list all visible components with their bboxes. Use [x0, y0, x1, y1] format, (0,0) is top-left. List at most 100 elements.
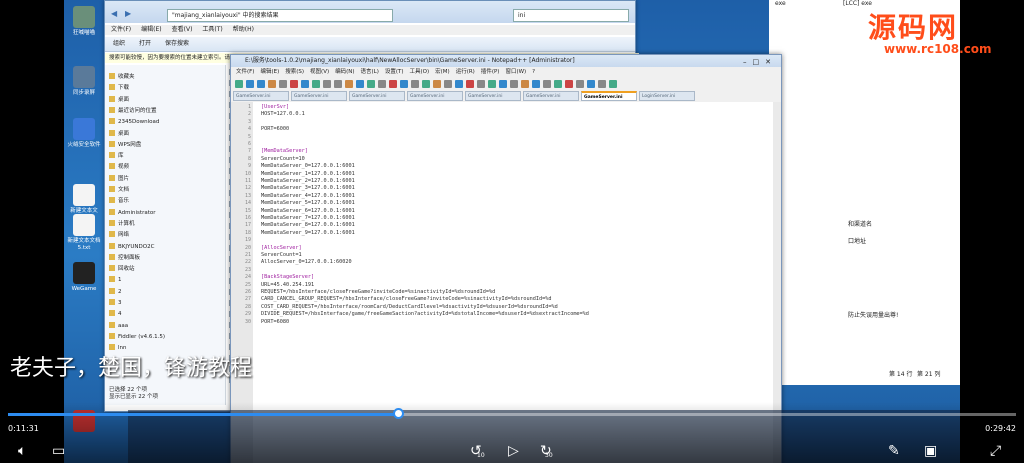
toolbar-button[interactable] [433, 80, 441, 88]
npp-menu-item[interactable]: ? [532, 69, 535, 75]
nav-item[interactable]: 回收站 [109, 265, 135, 273]
toolbar-button[interactable] [422, 80, 430, 88]
progress-thumb[interactable] [393, 408, 405, 419]
npp-menu-item[interactable]: 搜索(S) [285, 69, 304, 75]
toolbar-button[interactable] [488, 80, 496, 88]
editor-tab[interactable]: GameServer.ini [581, 91, 637, 101]
toolbar-button[interactable] [356, 80, 364, 88]
nav-item[interactable]: 图片 [109, 174, 129, 183]
desktop-icon[interactable]: 同步录屏 [64, 66, 104, 97]
forward-icon[interactable]: ▶ [125, 9, 131, 18]
nav-item[interactable]: 计算机 [109, 219, 135, 228]
menu-item[interactable]: 编辑(E) [141, 26, 161, 33]
nav-item[interactable]: BKJYUNDO2C [109, 242, 154, 251]
npp-menu-item[interactable]: 设置(T) [385, 69, 404, 75]
editor-tab[interactable]: GameServer.ini [291, 91, 347, 101]
nav-item[interactable]: 3 [109, 299, 122, 307]
nav-item[interactable]: 控制面板 [109, 253, 140, 262]
nav-item[interactable]: 4 [109, 310, 122, 318]
nav-item[interactable]: 视频 [109, 163, 129, 171]
menu-item[interactable]: 帮助(H) [233, 26, 254, 33]
play-icon[interactable]: ▷ [508, 444, 519, 458]
toolbar-button[interactable] [323, 80, 331, 88]
npp-menu-item[interactable]: 工具(O) [410, 69, 430, 75]
npp-menu-item[interactable]: 插件(P) [481, 69, 500, 75]
nav-item[interactable]: Administrator [109, 208, 156, 217]
npp-menu-item[interactable]: 文件(F) [236, 69, 254, 75]
toolbar-button[interactable] [532, 80, 540, 88]
menu-item[interactable]: 工具(T) [202, 26, 222, 33]
toolbar-button[interactable] [466, 80, 474, 88]
toolbar-button[interactable] [345, 80, 353, 88]
toolbar-button[interactable] [565, 80, 573, 88]
npp-menu-item[interactable]: 语言(L) [361, 69, 379, 75]
toolbar-button[interactable] [455, 80, 463, 88]
editor-tab[interactable]: GameServer.ini [465, 91, 521, 101]
toolbar-button[interactable] [301, 80, 309, 88]
nav-item[interactable]: 文档 [109, 186, 129, 194]
toolbar-button[interactable] [279, 80, 287, 88]
npp-menu-item[interactable]: 窗口(W) [505, 69, 526, 75]
toolbar-button[interactable] [246, 80, 254, 88]
desktop-icon[interactable]: WeGame [64, 262, 104, 293]
nav-item[interactable]: WPS网盘 [109, 140, 141, 149]
toolbar-button[interactable] [510, 80, 518, 88]
nav-item[interactable]: 收藏夹 [109, 73, 135, 81]
toolbar-button[interactable] [389, 80, 397, 88]
nav-item[interactable]: 音乐 [109, 197, 129, 205]
back-icon[interactable]: ◀ [111, 9, 117, 18]
nav-item[interactable]: 最近访问的位置 [109, 106, 157, 115]
command-button[interactable]: 打开 [139, 40, 151, 47]
nav-item[interactable]: 1 [109, 276, 122, 284]
search-input[interactable]: ini [513, 9, 629, 22]
desktop-icon[interactable]: 火绒安全软件 [64, 118, 104, 149]
fullscreen-icon[interactable]: ⤢ [990, 444, 1001, 458]
npp-menu-item[interactable]: 编码(N) [335, 69, 354, 75]
toolbar-button[interactable] [521, 80, 529, 88]
nav-item[interactable]: 库 [109, 152, 124, 160]
toolbar-button[interactable] [444, 80, 452, 88]
toolbar-button[interactable] [554, 80, 562, 88]
desktop-icon[interactable]: 狂喊喵喵 [64, 6, 104, 37]
npp-menu-item[interactable]: 运行(R) [456, 69, 475, 75]
pip-icon[interactable]: ▣ [924, 444, 937, 458]
desktop-icon[interactable]: 新建文本文档 5.txt [64, 214, 104, 252]
toolbar-button[interactable] [312, 80, 320, 88]
volume-icon[interactable]: 🔈︎ [18, 444, 26, 458]
nav-item[interactable]: Fiddler (v4.6.1.5) [109, 332, 165, 341]
toolbar-button[interactable] [477, 80, 485, 88]
toolbar-button[interactable] [499, 80, 507, 88]
toolbar-button[interactable] [543, 80, 551, 88]
toolbar-button[interactable] [290, 80, 298, 88]
editor-tab[interactable]: GameServer.ini [407, 91, 463, 101]
command-button[interactable]: 保存搜索 [165, 40, 189, 47]
toolbar-button[interactable] [609, 80, 617, 88]
toolbar-button[interactable] [367, 80, 375, 88]
nav-item[interactable]: 2345Download [109, 118, 159, 126]
editor-tab[interactable]: LoginServer.ini [639, 91, 695, 101]
toolbar-button[interactable] [411, 80, 419, 88]
menu-item[interactable]: 查看(V) [172, 26, 193, 33]
npp-menu-item[interactable]: 编辑(E) [260, 69, 279, 75]
nav-item[interactable]: 下载 [109, 84, 129, 92]
pen-icon[interactable]: ✎ [888, 444, 900, 458]
editor-tab[interactable]: GameServer.ini [349, 91, 405, 101]
nav-item[interactable]: 网络 [109, 231, 129, 239]
editor-tab[interactable]: GameServer.ini [233, 91, 289, 101]
nav-item[interactable]: 桌面 [109, 95, 129, 104]
danmaku-icon[interactable]: ▭ [52, 444, 65, 458]
nav-item[interactable]: 桌面 [109, 129, 129, 138]
menu-item[interactable]: 文件(F) [111, 26, 131, 33]
nav-item[interactable]: 2 [109, 287, 122, 296]
toolbar-button[interactable] [235, 80, 243, 88]
toolbar-button[interactable] [257, 80, 265, 88]
toolbar-button[interactable] [400, 80, 408, 88]
npp-menu-item[interactable]: 宏(M) [435, 69, 450, 75]
nav-item[interactable]: aaa [109, 321, 128, 330]
toolbar-button[interactable] [268, 80, 276, 88]
address-input[interactable]: "majiang_xianlaiyouxi" 中的搜索结果 [167, 9, 393, 22]
toolbar-button[interactable] [576, 80, 584, 88]
toolbar-button[interactable] [378, 80, 386, 88]
editor-tab[interactable]: GameServer.ini [523, 91, 579, 101]
progress-bar[interactable] [8, 408, 1016, 419]
